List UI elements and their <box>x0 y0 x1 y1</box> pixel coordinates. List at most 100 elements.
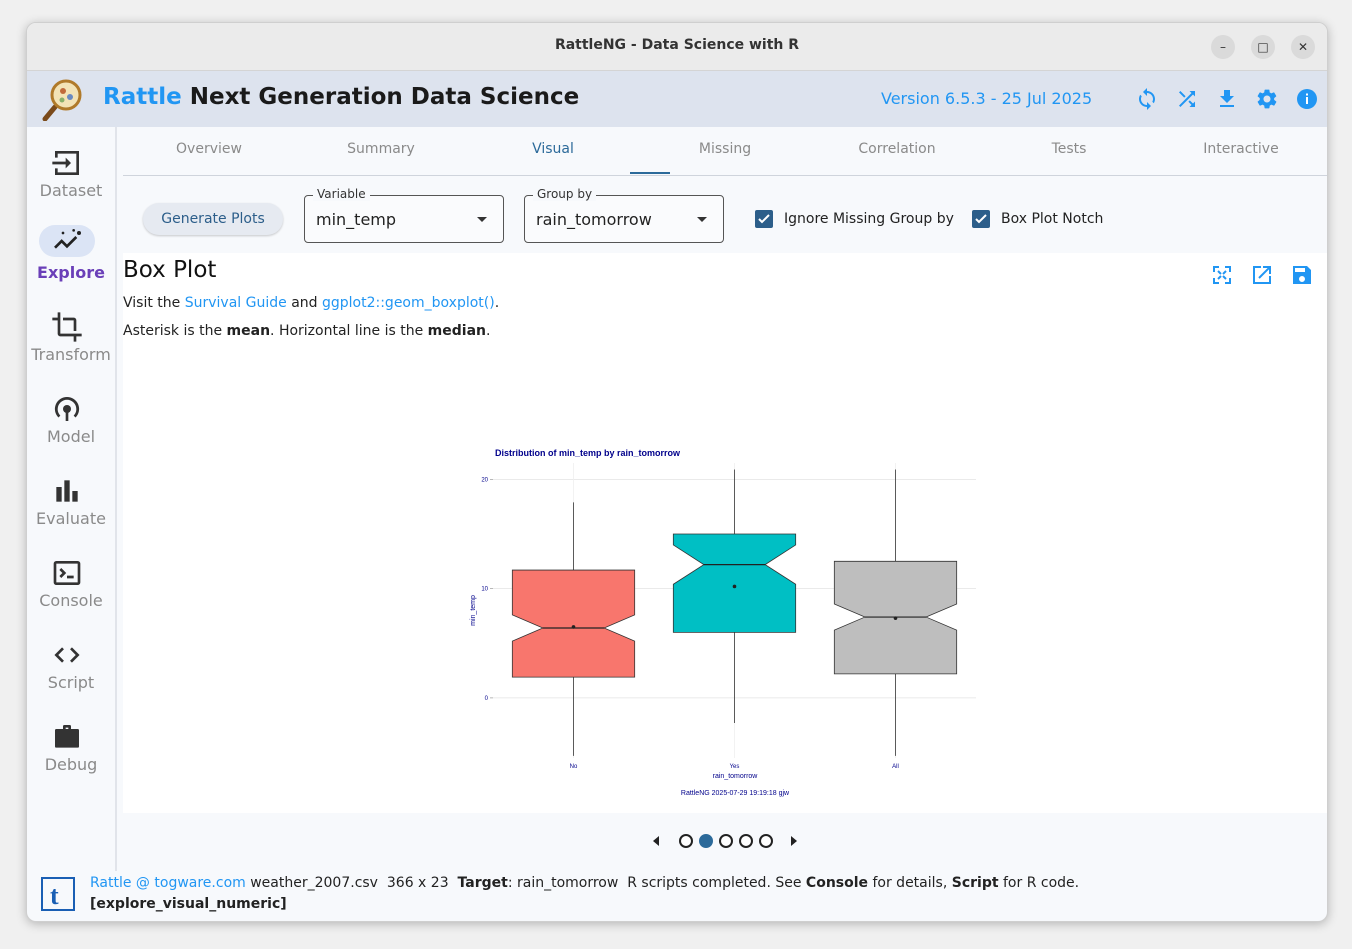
script-icon <box>54 647 80 663</box>
status-context: [explore_visual_numeric] <box>90 896 287 912</box>
page-dot-2[interactable] <box>699 834 713 848</box>
status-console: Console <box>805 875 869 891</box>
tab-overview[interactable]: Overview <box>123 141 295 157</box>
status-msg-b: for details, <box>872 875 948 891</box>
y-axis-ticks: 0 10 20 <box>481 477 493 702</box>
next-page-icon[interactable] <box>787 833 801 849</box>
close-button[interactable]: ✕ <box>1291 35 1315 59</box>
mean-marker <box>893 616 898 620</box>
sidebar-item-model[interactable]: Model <box>27 385 115 455</box>
status-target-value: : rain_tomorrow <box>507 875 619 891</box>
rattle-link[interactable]: Rattle @ <box>90 875 150 891</box>
boxplot-chart: Distribution of min_temp by rain_tomorro… <box>470 448 976 797</box>
note-median: median <box>427 323 486 339</box>
y-tick-label: 0 <box>485 696 489 702</box>
settings-icon[interactable] <box>1255 87 1279 111</box>
note-mean: mean <box>226 323 271 339</box>
groupby-legend: Group by <box>533 187 597 201</box>
groupby-dropdown[interactable]: Group by rain_tomorrow <box>524 187 724 243</box>
x-tick-label: No <box>570 764 578 770</box>
note-c: . <box>486 323 491 339</box>
tab-visual[interactable]: Visual <box>467 141 639 157</box>
chart-title: Distribution of min_temp by rain_tomorro… <box>495 448 681 458</box>
maximize-icon: □ <box>1257 40 1269 54</box>
visit-prefix: Visit the <box>123 295 181 311</box>
sidebar-item-transform[interactable]: Transform <box>27 303 115 373</box>
svg-text:t: t <box>50 881 59 910</box>
ignore-missing-label[interactable]: Ignore Missing Group by <box>784 211 954 227</box>
fullscreen-icon[interactable] <box>1210 263 1234 287</box>
open-external-icon[interactable] <box>1250 263 1274 287</box>
x-tick-label: Yes <box>730 764 740 770</box>
chart-caption: RattleNG 2025-07-29 19:19:18 gjw <box>681 790 790 797</box>
check-icon <box>758 214 770 224</box>
sidebar-item-console[interactable]: Console <box>27 549 115 619</box>
tab-interactive[interactable]: Interactive <box>1155 141 1327 157</box>
download-icon[interactable] <box>1215 87 1239 111</box>
app-bar: Rattle Next Generation Data Science Vers… <box>27 71 1327 127</box>
status-dims: 366 x 23 <box>386 875 449 891</box>
sidebar-item-dataset[interactable]: Dataset <box>27 139 115 209</box>
page-dot-5[interactable] <box>759 834 773 848</box>
y-tick-label: 10 <box>481 587 488 593</box>
togware-link[interactable]: togware.com <box>154 875 245 891</box>
version-label: Version 6.5.3 - 25 Jul 2025 <box>881 89 1093 108</box>
page-dot-4[interactable] <box>739 834 753 848</box>
minimize-icon: – <box>1220 40 1226 54</box>
page-dot-3[interactable] <box>719 834 733 848</box>
minimize-button[interactable]: – <box>1211 35 1235 59</box>
visit-text: Visit the Survival Guide and ggplot2::ge… <box>123 295 499 311</box>
tab-bar: Overview Summary Visual Missing Correlat… <box>123 127 1327 176</box>
survival-guide-link[interactable]: Survival Guide <box>185 295 287 311</box>
geom-boxplot-link[interactable]: ggplot2::geom_boxplot() <box>322 295 495 311</box>
sidebar-item-evaluate[interactable]: Evaluate <box>27 467 115 537</box>
sidebar-item-label: Explore <box>37 263 105 282</box>
status-msg-c: for R code. <box>1003 875 1080 891</box>
mean-marker <box>571 625 576 629</box>
plot-pager <box>123 823 1327 859</box>
shuffle-icon[interactable] <box>1175 87 1199 111</box>
tab-summary[interactable]: Summary <box>295 141 467 157</box>
tab-correlation[interactable]: Correlation <box>811 141 983 157</box>
sidebar-item-script[interactable]: Script <box>27 631 115 701</box>
app-window: RattleNG - Data Science with R – □ ✕ Rat… <box>26 22 1328 922</box>
explore-icon <box>54 229 81 249</box>
info-icon[interactable] <box>1295 87 1319 111</box>
status-file: weather_2007.csv <box>250 875 378 891</box>
sidebar-item-explore[interactable]: Explore <box>27 221 115 291</box>
maximize-button[interactable]: □ <box>1251 35 1275 59</box>
save-icon[interactable] <box>1290 263 1314 287</box>
sidebar-item-label: Model <box>46 427 96 446</box>
y-tick-label: 20 <box>481 477 488 483</box>
boxplot-notch-checkbox[interactable] <box>972 210 990 228</box>
boxplot-notch-label[interactable]: Box Plot Notch <box>1001 211 1103 227</box>
tab-tests[interactable]: Tests <box>983 141 1155 157</box>
variable-dropdown[interactable]: Variable min_temp <box>304 187 504 243</box>
x-tick-label: All <box>892 764 899 770</box>
window-title: RattleNG - Data Science with R <box>554 37 800 53</box>
note-text: Asterisk is the mean. Horizontal line is… <box>123 323 490 339</box>
variable-value: min_temp <box>316 210 397 229</box>
previous-page-icon[interactable] <box>649 833 663 849</box>
sidebar-item-label: Evaluate <box>36 509 106 528</box>
togware-logo-icon: t <box>41 877 75 911</box>
sidebar-item-label: Dataset <box>39 181 103 200</box>
refresh-icon[interactable] <box>1135 87 1159 111</box>
groupby-value: rain_tomorrow <box>536 210 652 229</box>
visit-and: and <box>291 295 318 311</box>
tab-missing[interactable]: Missing <box>639 141 811 157</box>
variable-legend: Variable <box>313 187 370 201</box>
page-dot-1[interactable] <box>679 834 693 848</box>
dataset-icon <box>52 151 79 175</box>
sidebar-item-debug[interactable]: Debug <box>27 713 115 783</box>
status-target-label: Target <box>457 875 508 891</box>
plot-panel: Box Plot Visit the Survival Guide and gg… <box>123 253 1327 813</box>
rattle-logo-icon <box>42 79 82 121</box>
ignore-missing-checkbox[interactable] <box>755 210 773 228</box>
sidebar-item-label: Script <box>47 673 95 692</box>
status-script: Script <box>951 875 999 891</box>
sidebar: Dataset Explore Transform Model Evaluate… <box>27 127 117 871</box>
sidebar-item-label: Console <box>39 591 103 610</box>
chevron-down-icon <box>697 217 707 222</box>
generate-plots-button[interactable]: Generate Plots <box>143 203 283 235</box>
